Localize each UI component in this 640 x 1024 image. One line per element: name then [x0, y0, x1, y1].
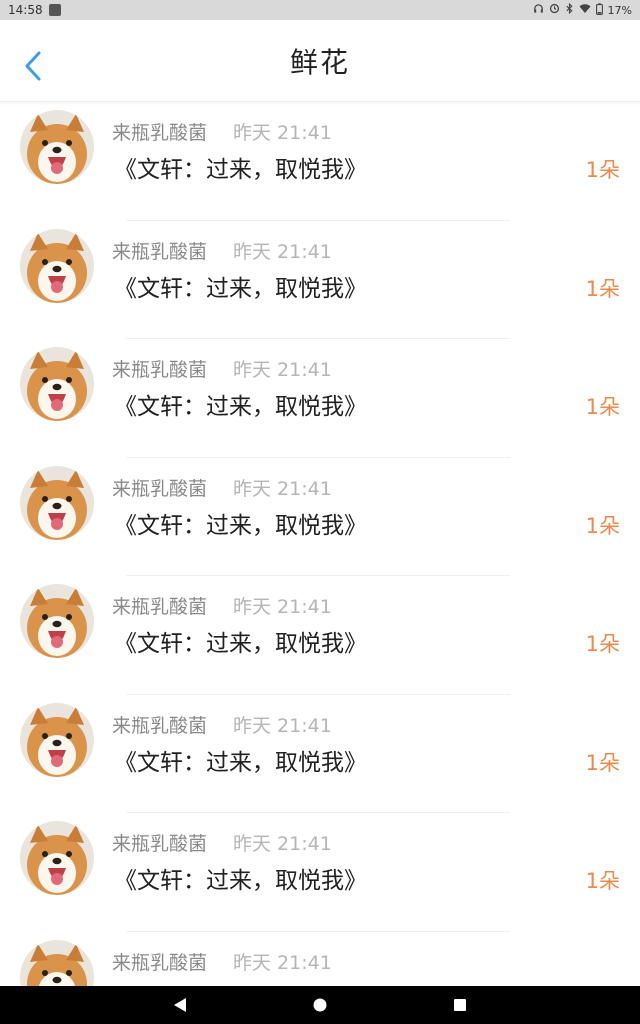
- list-item[interactable]: 来瓶乳酸菌 昨天 21:41 《文轩：过来，取悦我》 1朵: [0, 102, 640, 221]
- chevron-left-icon: [25, 51, 41, 81]
- user-name: 来瓶乳酸菌: [112, 122, 208, 144]
- avatar[interactable]: [20, 939, 94, 986]
- home-circle-icon: [313, 998, 327, 1012]
- work-title[interactable]: 《文轩：过来，取悦我》: [114, 506, 367, 540]
- recents-square-icon: [454, 999, 466, 1011]
- notification-icon: [48, 4, 61, 16]
- user-name: 来瓶乳酸菌: [112, 714, 208, 737]
- avatar[interactable]: [20, 702, 94, 777]
- timestamp: 昨天 21:41: [233, 951, 332, 974]
- list-item[interactable]: 来瓶乳酸菌 昨天 21:41 《文轩：过来，取悦我》 1朵: [0, 339, 640, 458]
- shiba-avatar-icon: [20, 110, 94, 184]
- status-left: 14:58: [8, 3, 61, 17]
- work-title[interactable]: 《文轩：过来，取悦我》: [114, 743, 367, 777]
- avatar[interactable]: [20, 228, 94, 303]
- timestamp: 昨天 21:41: [233, 477, 332, 500]
- work-title[interactable]: 《文轩：过来，取悦我》: [114, 269, 367, 303]
- work-title[interactable]: 《文轩：过来，取悦我》: [114, 150, 367, 184]
- system-nav-bar: [0, 986, 640, 1024]
- shiba-avatar-icon: [20, 465, 94, 540]
- back-triangle-icon: [174, 998, 186, 1012]
- status-time: 14:58: [8, 3, 43, 17]
- shiba-avatar-icon: [20, 821, 94, 895]
- user-name: 来瓶乳酸菌: [112, 240, 208, 263]
- list-item[interactable]: 来瓶乳酸菌 昨天 21:41 《文轩：过来，取悦我》 1朵: [0, 932, 640, 986]
- user-name: 来瓶乳酸菌: [112, 359, 208, 381]
- user-name: 来瓶乳酸菌: [112, 596, 208, 618]
- list-item[interactable]: 来瓶乳酸菌 昨天 21:41 《文轩：过来，取悦我》 1朵: [0, 576, 640, 695]
- flower-count: 1朵: [585, 750, 620, 775]
- headphones-icon: [533, 3, 544, 17]
- timestamp: 昨天 21:41: [233, 122, 332, 144]
- flower-count: 1朵: [585, 632, 620, 656]
- timestamp: 昨天 21:41: [233, 833, 332, 855]
- battery-percent: 17%: [607, 3, 632, 17]
- screen: 14:58 17% 鲜花 来瓶乳酸菌 昨天 21:41 《文轩：过来，取悦我》 …: [0, 0, 640, 1024]
- list-item[interactable]: 来瓶乳酸菌 昨天 21:41 《文轩：过来，取悦我》 1朵: [0, 813, 640, 932]
- list-item[interactable]: 来瓶乳酸菌 昨天 21:41 《文轩：过来，取悦我》 1朵: [0, 695, 640, 813]
- nav-home-button[interactable]: [310, 995, 330, 1015]
- flower-count: 1朵: [585, 158, 620, 182]
- wifi-icon: [579, 3, 591, 17]
- flower-count: 1朵: [585, 869, 620, 893]
- shiba-avatar-icon: [20, 584, 94, 658]
- avatar[interactable]: [20, 110, 94, 184]
- flower-list: 来瓶乳酸菌 昨天 21:41 《文轩：过来，取悦我》 1朵 来瓶乳酸菌 昨天 2…: [0, 102, 640, 986]
- avatar[interactable]: [20, 347, 94, 421]
- shiba-avatar-icon: [20, 228, 94, 303]
- timestamp: 昨天 21:41: [233, 714, 332, 737]
- shiba-avatar-icon: [20, 702, 94, 777]
- work-title[interactable]: 《文轩：过来，取悦我》: [114, 387, 367, 421]
- flower-count: 1朵: [585, 395, 620, 419]
- battery-icon: [595, 2, 603, 18]
- sync-icon: [549, 3, 560, 17]
- shiba-avatar-icon: [20, 347, 94, 421]
- nav-recents-button[interactable]: [450, 995, 470, 1015]
- page-title: 鲜花: [289, 45, 350, 79]
- shiba-avatar-icon: [20, 939, 94, 986]
- user-name: 来瓶乳酸菌: [112, 951, 208, 974]
- bluetooth-icon: [565, 2, 574, 17]
- flower-count: 1朵: [585, 513, 620, 538]
- flower-count: 1朵: [585, 276, 620, 301]
- avatar[interactable]: [20, 821, 94, 895]
- work-title[interactable]: 《文轩：过来，取悦我》: [114, 624, 367, 658]
- list-item[interactable]: 来瓶乳酸菌 昨天 21:41 《文轩：过来，取悦我》 1朵: [0, 221, 640, 339]
- list-item[interactable]: 来瓶乳酸菌 昨天 21:41 《文轩：过来，取悦我》 1朵: [0, 458, 640, 576]
- avatar[interactable]: [20, 465, 94, 540]
- back-button[interactable]: [18, 48, 48, 84]
- user-name: 来瓶乳酸菌: [112, 833, 208, 855]
- status-right: 17%: [533, 2, 632, 18]
- timestamp: 昨天 21:41: [233, 240, 332, 263]
- user-name: 来瓶乳酸菌: [112, 477, 208, 500]
- work-title[interactable]: 《文轩：过来，取悦我》: [114, 861, 367, 895]
- status-bar: 14:58 17%: [0, 0, 640, 20]
- app-header: 鲜花: [0, 20, 640, 102]
- timestamp: 昨天 21:41: [233, 359, 332, 381]
- timestamp: 昨天 21:41: [233, 596, 332, 618]
- nav-back-button[interactable]: [170, 995, 190, 1015]
- avatar[interactable]: [20, 584, 94, 658]
